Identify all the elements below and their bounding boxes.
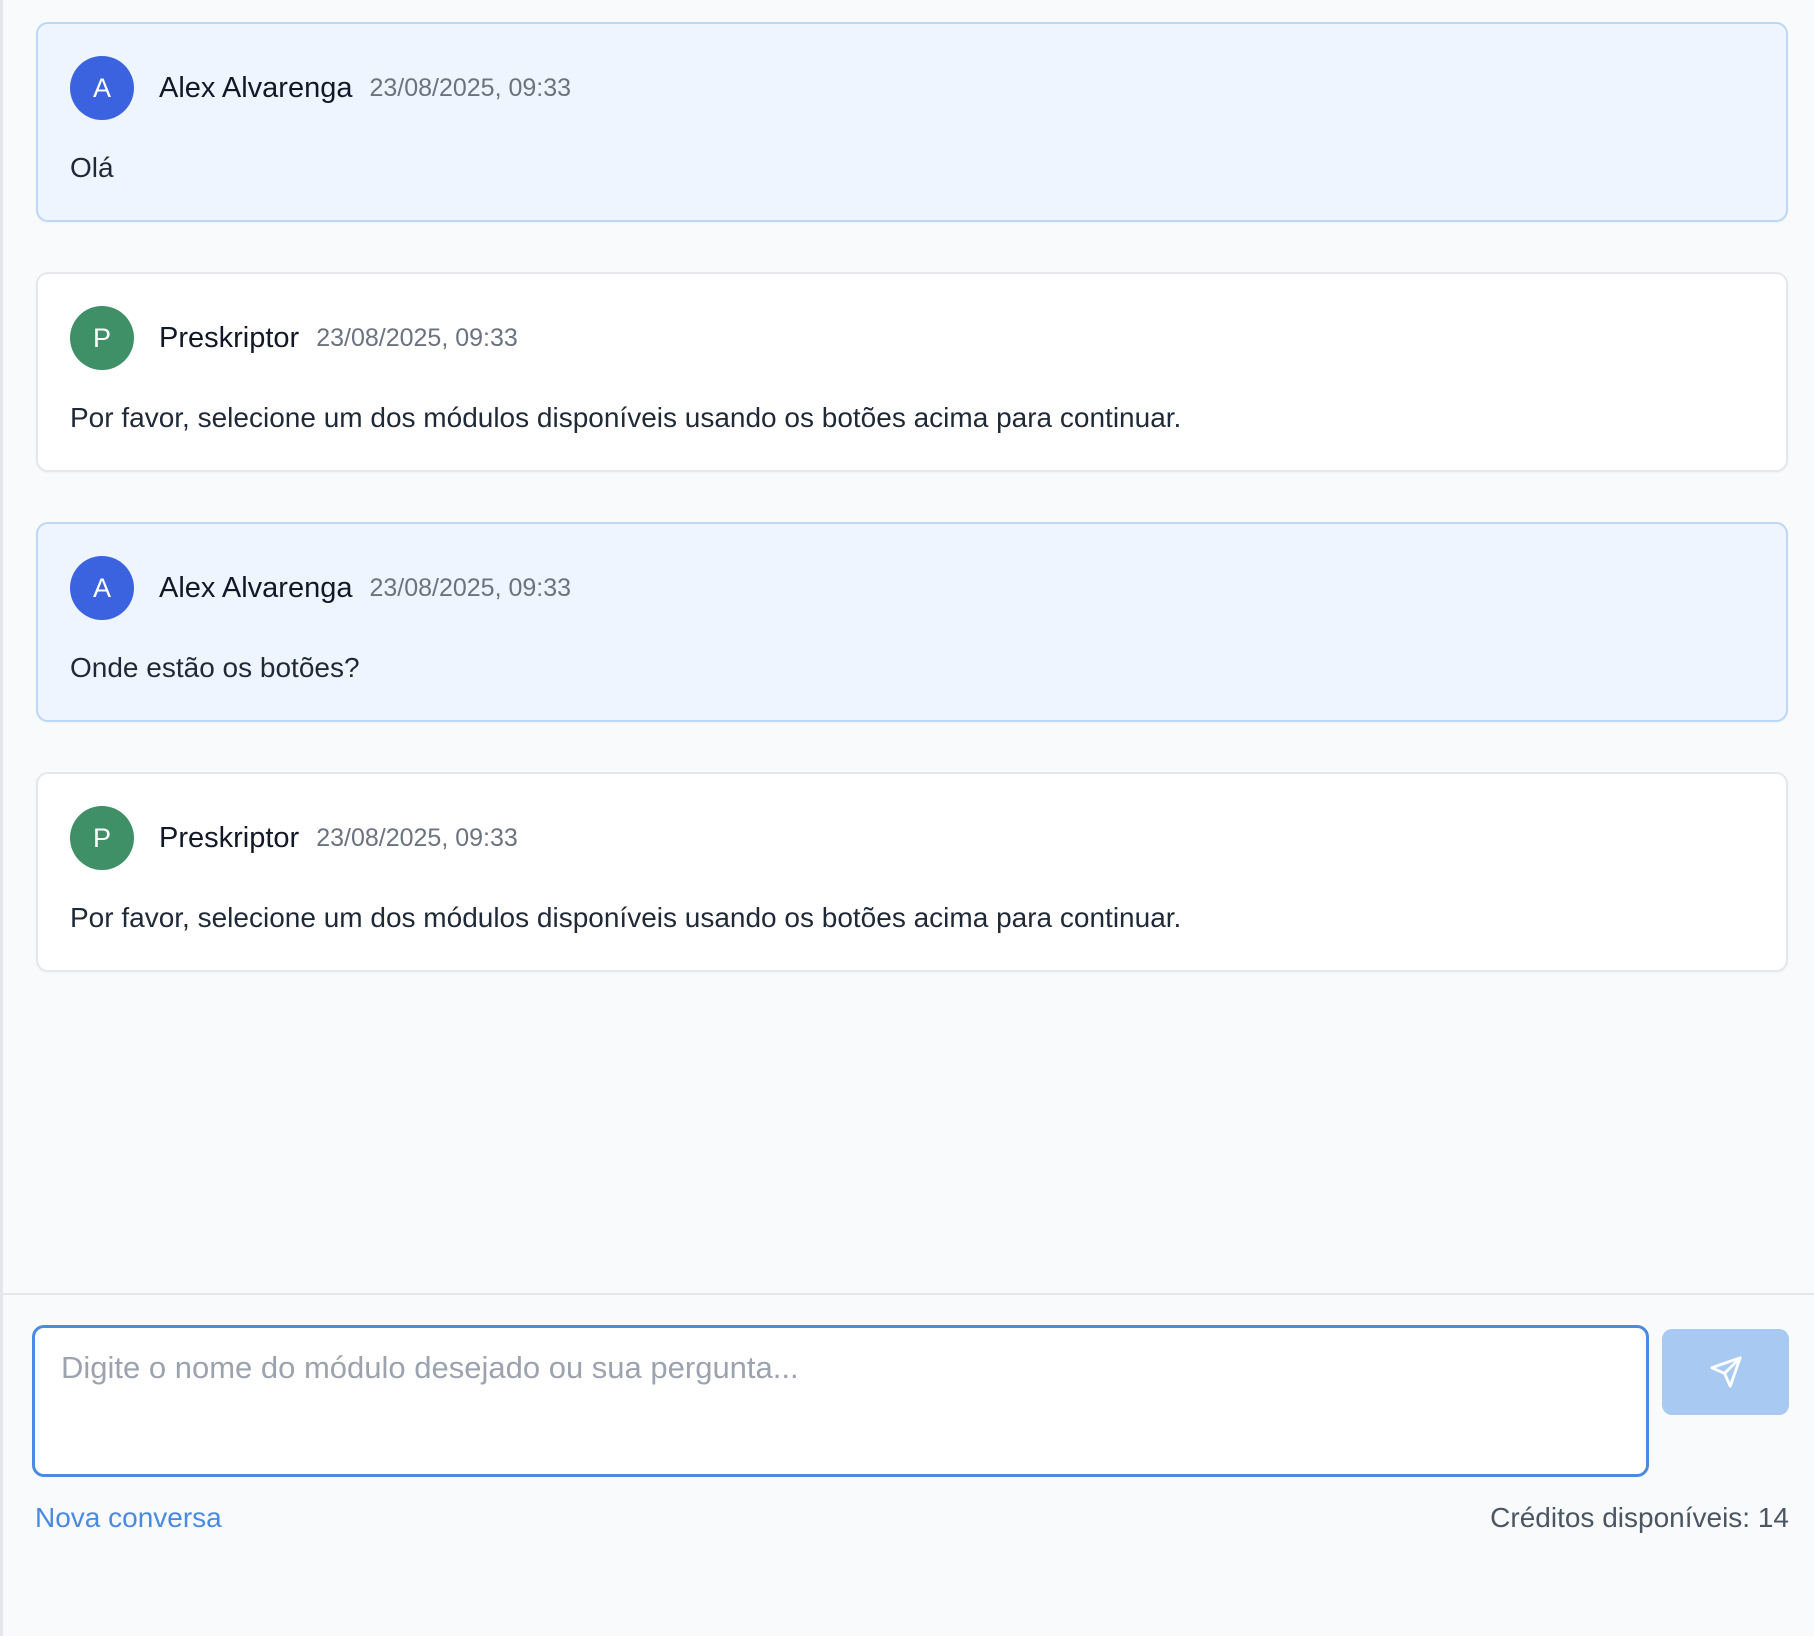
send-button[interactable] bbox=[1662, 1329, 1789, 1415]
composer-divider bbox=[3, 1293, 1814, 1295]
send-icon bbox=[1709, 1356, 1742, 1388]
message-card-bot: P Preskriptor 23/08/2025, 09:33 Por favo… bbox=[36, 772, 1788, 972]
message-text: Por favor, selecione um dos módulos disp… bbox=[70, 402, 1182, 433]
message-header: P Preskriptor 23/08/2025, 09:33 bbox=[70, 306, 1754, 370]
message-timestamp: 23/08/2025, 09:33 bbox=[369, 73, 572, 102]
message-header: A Alex Alvarenga 23/08/2025, 09:33 bbox=[70, 56, 1754, 120]
message-list: A Alex Alvarenga 23/08/2025, 09:33 Olá P… bbox=[36, 22, 1788, 1022]
message-author: Alex Alvarenga bbox=[159, 71, 353, 104]
avatar: P bbox=[70, 806, 134, 870]
message-card-bot: P Preskriptor 23/08/2025, 09:33 Por favo… bbox=[36, 272, 1788, 472]
message-card-user: A Alex Alvarenga 23/08/2025, 09:33 Olá bbox=[36, 22, 1788, 222]
message-header: A Alex Alvarenga 23/08/2025, 09:33 bbox=[70, 556, 1754, 620]
credits-counter: Créditos disponíveis: 14 bbox=[1490, 1502, 1789, 1533]
message-timestamp: 23/08/2025, 09:33 bbox=[316, 823, 518, 852]
left-panel-edge bbox=[0, 0, 3, 1636]
message-card-user: A Alex Alvarenga 23/08/2025, 09:33 Onde … bbox=[36, 522, 1788, 722]
message-text: Olá bbox=[70, 152, 114, 183]
new-conversation-link[interactable]: Nova conversa bbox=[35, 1502, 222, 1534]
message-author: Preskriptor bbox=[159, 821, 300, 854]
message-timestamp: 23/08/2025, 09:33 bbox=[369, 573, 572, 602]
avatar: P bbox=[70, 306, 134, 370]
message-timestamp: 23/08/2025, 09:33 bbox=[316, 323, 518, 352]
message-text: Onde estão os botões? bbox=[70, 652, 360, 683]
message-header: P Preskriptor 23/08/2025, 09:33 bbox=[70, 806, 1754, 870]
avatar: A bbox=[70, 56, 134, 120]
avatar: A bbox=[70, 556, 134, 620]
message-author: Preskriptor bbox=[159, 321, 300, 354]
message-author: Alex Alvarenga bbox=[159, 571, 353, 604]
message-input[interactable] bbox=[32, 1325, 1649, 1477]
message-text: Por favor, selecione um dos módulos disp… bbox=[70, 902, 1182, 933]
